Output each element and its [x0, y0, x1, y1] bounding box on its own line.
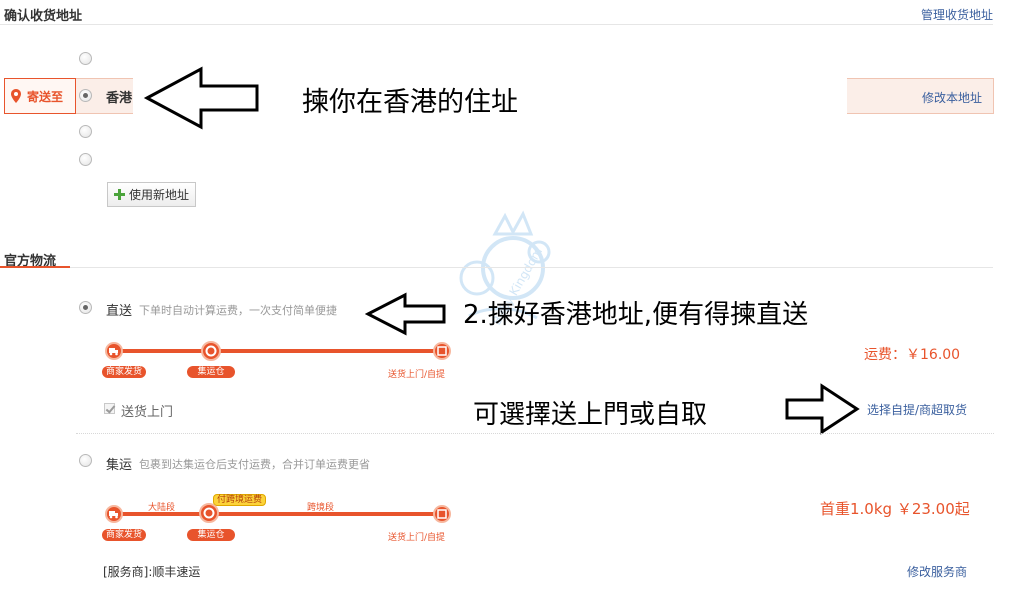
- consolidated-shipping-label: 集运: [106, 458, 133, 473]
- consolidated-price: 首重1.0kg ￥23.00起: [820, 500, 970, 518]
- direct-step-delivery: 送货上门/自提: [388, 370, 446, 380]
- delivery-icon: [433, 342, 451, 360]
- selected-address-text: 香港: [106, 91, 133, 106]
- merchant-ship-icon-2: [105, 505, 123, 523]
- service-provider-text: [服务商]:顺丰速运: [103, 565, 201, 579]
- address-radio-4[interactable]: [79, 153, 92, 166]
- left-arrow-annotation-1: [143, 66, 259, 130]
- refresh-circle-icon: [203, 507, 215, 519]
- direct-step-merchant: 商家发货: [102, 366, 146, 378]
- option-divider: [76, 433, 994, 434]
- right-arrow-annotation-3: [785, 383, 860, 435]
- address-radio-1[interactable]: [79, 52, 92, 65]
- direct-shipping-description: 下单时自动计算运费，一次支付简单便捷: [139, 304, 337, 317]
- warehouse-icon-2: [199, 503, 219, 523]
- consolidated-step-merchant: 商家发货: [102, 529, 146, 541]
- logistics-section-divider: [70, 267, 993, 268]
- location-pin-icon: [11, 89, 21, 103]
- consolidated-shipping-radio[interactable]: [79, 454, 92, 467]
- segment-cross-border: 跨境段: [307, 503, 335, 513]
- ship-to-label: 寄送至: [27, 89, 64, 104]
- address-section-divider: [0, 24, 993, 25]
- direct-shipping-label: 直送: [106, 304, 133, 319]
- ship-to-tag: 寄送至: [4, 78, 76, 114]
- consolidated-shipping-description: 包裹到达集运仓后支付运费，合并订单运费更省: [139, 458, 370, 471]
- warehouse-icon: [201, 341, 221, 361]
- direct-shipping-fee: 运费：￥16.00: [864, 347, 961, 363]
- truck-icon: [109, 511, 118, 519]
- consolidated-step-delivery: 送货上门/自提: [388, 533, 446, 543]
- merchant-ship-icon: [105, 342, 123, 360]
- address-radio-2[interactable]: [79, 89, 92, 102]
- annotation-choose-delivery: 可選擇送上門或自取: [473, 400, 708, 430]
- segment-mainland: 大陆段: [148, 503, 176, 513]
- plus-icon: [114, 189, 125, 200]
- consolidated-step-warehouse: 集运仓: [187, 529, 235, 541]
- annotation-pick-direct: 2.揀好香港地址,便有得揀直送: [463, 300, 809, 330]
- left-arrow-annotation-2: [365, 292, 446, 336]
- home-delivery-checkbox[interactable]: [104, 403, 115, 414]
- pickup-option-link[interactable]: 选择自提/商超取货: [867, 401, 967, 418]
- address-section-title: 确认收货地址: [4, 9, 83, 24]
- delivery-icon-2: [433, 505, 451, 523]
- home-delivery-label: 送货上门: [121, 405, 174, 420]
- new-address-label: 使用新地址: [129, 188, 190, 202]
- cross-border-fee-badge: 付跨境运费: [213, 494, 267, 506]
- change-provider-link[interactable]: 修改服务商: [907, 563, 967, 580]
- logistics-title-underline: [0, 266, 70, 268]
- box-icon: [437, 509, 447, 519]
- direct-step-warehouse: 集运仓: [187, 366, 235, 378]
- direct-timeline-track: [110, 349, 444, 353]
- refresh-circle-icon: [205, 345, 217, 357]
- box-icon: [437, 346, 447, 356]
- truck-icon: [109, 348, 118, 356]
- address-radio-3[interactable]: [79, 125, 92, 138]
- edit-address-link[interactable]: 修改本地址: [922, 89, 982, 106]
- new-address-button[interactable]: 使用新地址: [107, 182, 197, 207]
- annotation-pick-address: 揀你在香港的住址: [302, 87, 518, 118]
- direct-shipping-radio[interactable]: [79, 301, 92, 314]
- manage-addresses-link[interactable]: 管理收货地址: [921, 6, 993, 23]
